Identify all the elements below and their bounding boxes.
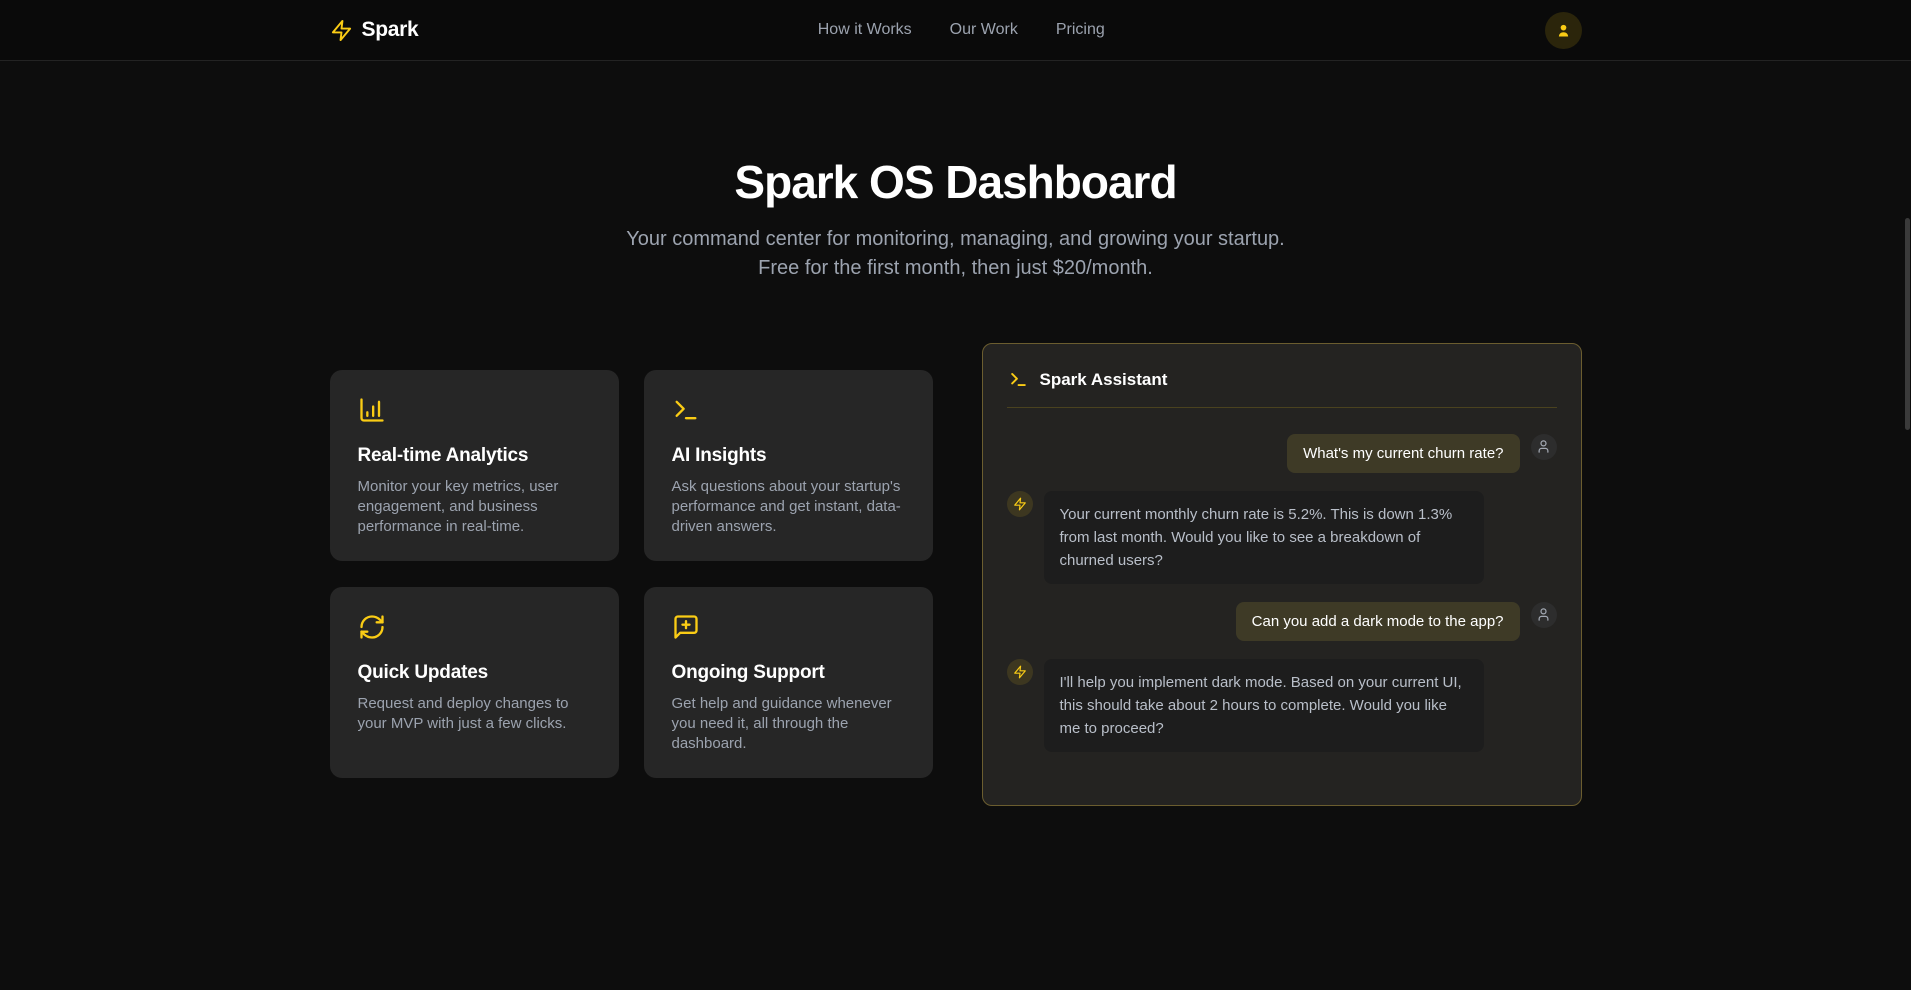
user-avatar bbox=[1531, 434, 1557, 460]
user-avatar bbox=[1531, 602, 1557, 628]
feature-title: Ongoing Support bbox=[672, 662, 905, 684]
feature-description: Request and deploy changes to your MVP w… bbox=[358, 694, 591, 734]
user-bubble: What's my current churn rate? bbox=[1287, 434, 1519, 473]
scrollbar-thumb[interactable] bbox=[1905, 218, 1910, 430]
feature-title: Real-time Analytics bbox=[358, 445, 591, 467]
bar-chart-icon bbox=[358, 396, 591, 424]
assistant-avatar bbox=[1007, 491, 1033, 517]
refresh-icon bbox=[358, 613, 591, 641]
assistant-panel-title: Spark Assistant bbox=[1040, 370, 1168, 390]
header-divider bbox=[1007, 407, 1557, 408]
assistant-panel-header: Spark Assistant bbox=[1007, 368, 1557, 390]
zap-icon bbox=[1013, 497, 1027, 511]
hero-section: Spark OS Dashboard Your command center f… bbox=[0, 61, 1911, 283]
feature-card-ai-insights: AI Insights Ask questions about your sta… bbox=[644, 370, 933, 561]
nav-link-pricing[interactable]: Pricing bbox=[1056, 21, 1105, 39]
feature-description: Monitor your key metrics, user engagemen… bbox=[358, 477, 591, 537]
terminal-icon bbox=[672, 396, 905, 424]
zap-icon bbox=[1013, 665, 1027, 679]
chat-message-assistant: I'll help you implement dark mode. Based… bbox=[1007, 659, 1557, 752]
user-bubble: Can you add a dark mode to the app? bbox=[1236, 602, 1520, 641]
feature-card-ongoing-support: Ongoing Support Get help and guidance wh… bbox=[644, 587, 933, 778]
feature-card-quick-updates: Quick Updates Request and deploy changes… bbox=[330, 587, 619, 778]
main-section: Real-time Analytics Monitor your key met… bbox=[330, 343, 1582, 806]
nav-link-our-work[interactable]: Our Work bbox=[950, 21, 1018, 39]
user-icon bbox=[1536, 607, 1551, 622]
chat-message-user: What's my current churn rate? bbox=[1007, 434, 1557, 473]
message-square-plus-icon bbox=[672, 613, 905, 641]
terminal-icon bbox=[1009, 370, 1028, 389]
brand[interactable]: Spark bbox=[330, 18, 419, 42]
chat-message-user: Can you add a dark mode to the app? bbox=[1007, 602, 1557, 641]
assistant-bubble: Your current monthly churn rate is 5.2%.… bbox=[1044, 491, 1484, 584]
user-icon bbox=[1555, 22, 1572, 39]
hero-subtitle: Your command center for monitoring, mana… bbox=[616, 225, 1296, 283]
page-title: Spark OS Dashboard bbox=[0, 156, 1911, 209]
nav-links: How it Works Our Work Pricing bbox=[818, 21, 1105, 39]
spark-assistant-panel: Spark Assistant What's my current churn … bbox=[982, 343, 1582, 806]
feature-card-realtime-analytics: Real-time Analytics Monitor your key met… bbox=[330, 370, 619, 561]
chat-messages: What's my current churn rate? Your curre… bbox=[1007, 434, 1557, 752]
feature-title: Quick Updates bbox=[358, 662, 591, 684]
chat-message-assistant: Your current monthly churn rate is 5.2%.… bbox=[1007, 491, 1557, 584]
nav-link-how-it-works[interactable]: How it Works bbox=[818, 21, 912, 39]
assistant-bubble: I'll help you implement dark mode. Based… bbox=[1044, 659, 1484, 752]
features-grid: Real-time Analytics Monitor your key met… bbox=[330, 370, 933, 778]
spark-logo-icon bbox=[330, 19, 353, 42]
feature-description: Get help and guidance whenever you need … bbox=[672, 694, 905, 754]
user-icon bbox=[1536, 439, 1551, 454]
feature-description: Ask questions about your startup's perfo… bbox=[672, 477, 905, 537]
top-nav: Spark How it Works Our Work Pricing bbox=[0, 0, 1911, 61]
brand-name: Spark bbox=[362, 18, 419, 42]
feature-title: AI Insights bbox=[672, 445, 905, 467]
assistant-avatar bbox=[1007, 659, 1033, 685]
account-avatar-button[interactable] bbox=[1545, 12, 1582, 49]
